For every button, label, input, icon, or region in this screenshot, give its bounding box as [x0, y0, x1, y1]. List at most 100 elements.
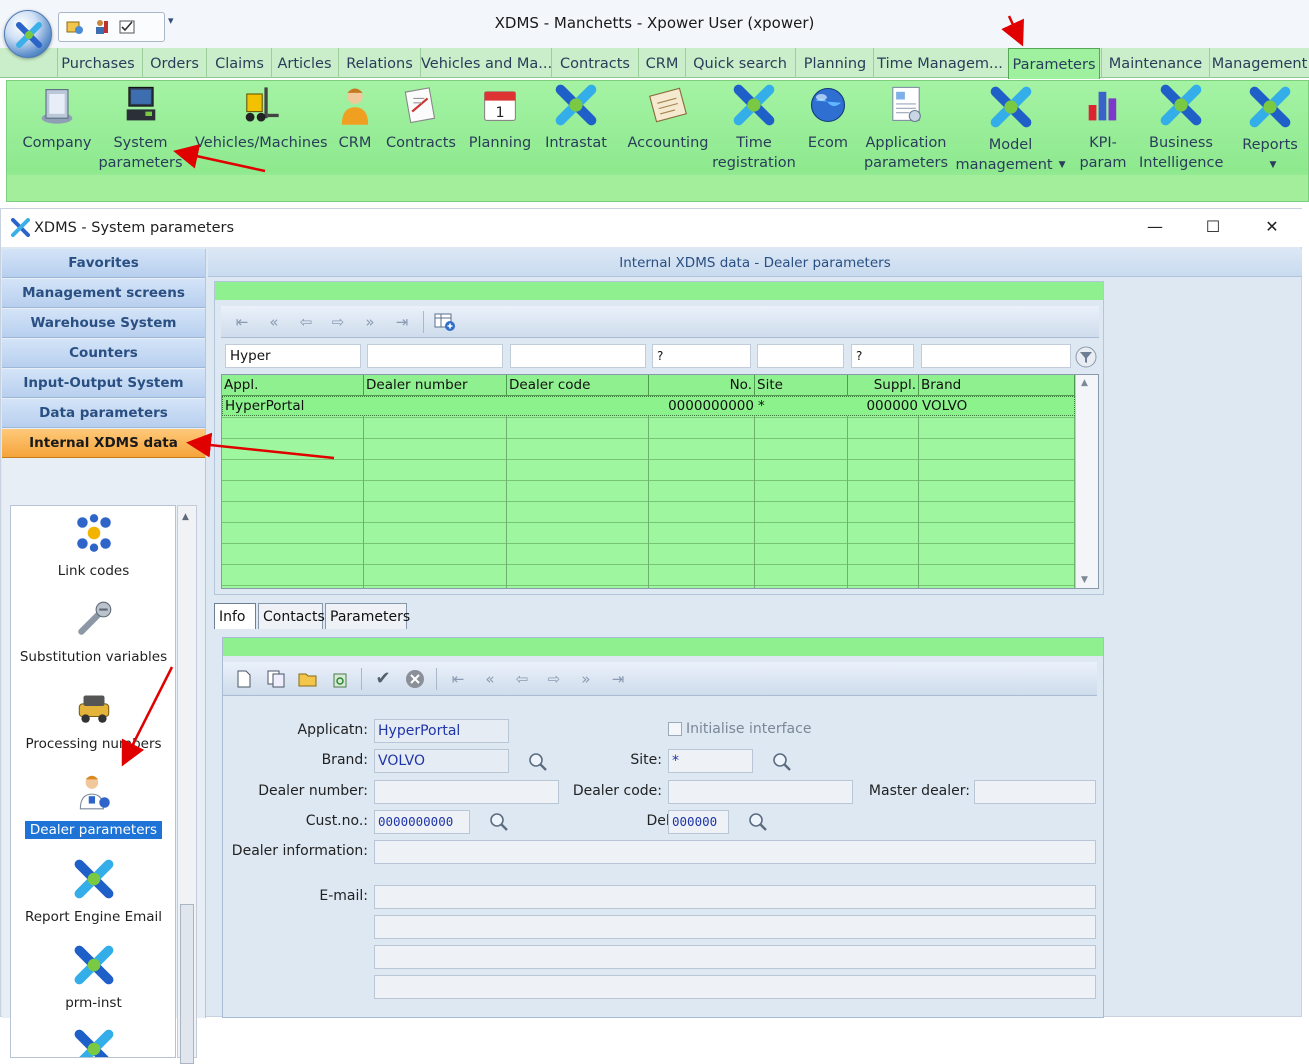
ribbon-tab-maintenance[interactable]: Maintenance [1101, 48, 1209, 78]
ribbon-button-application-parameters[interactable]: Application parameters [860, 81, 952, 173]
column-header-dealer-code[interactable]: Dealer code [507, 375, 649, 396]
nav-section-warehouse-system[interactable]: Warehouse System [2, 309, 205, 338]
recycle-icon[interactable] [329, 668, 351, 690]
next-record-icon[interactable]: ⇨ [327, 311, 349, 333]
nav-item-substitution-variables[interactable]: Substitution variables [11, 596, 175, 666]
minimize-button[interactable]: — [1143, 217, 1167, 239]
ribbon-button-model-management[interactable]: Model management ▼ [953, 83, 1068, 175]
email-field-line-3[interactable] [374, 945, 1096, 969]
nav-item-prm-inst[interactable]: prm-inst [11, 942, 175, 1012]
ribbon-button-ecom[interactable]: Ecom [803, 81, 853, 153]
filter-input-4[interactable]: ? [652, 344, 751, 368]
nav-section-management-screens[interactable]: Management screens [2, 279, 205, 308]
filter-input-5[interactable] [757, 344, 844, 368]
nav-section-counters[interactable]: Counters [2, 339, 205, 368]
maximize-button[interactable]: ☐ [1201, 217, 1225, 239]
nav-section-input-output-system[interactable]: Input-Output System [2, 369, 205, 398]
nav-item-link-codes[interactable]: Link codes [11, 510, 175, 580]
dealer-number-field[interactable] [374, 780, 559, 804]
last-record-icon[interactable]: ⇥ [607, 668, 629, 690]
ribbon-tab-management[interactable]: Management [1209, 48, 1309, 78]
initialise-interface-checkbox[interactable] [668, 722, 682, 736]
master-dealer-field[interactable] [974, 780, 1096, 804]
dealer-code-field[interactable] [668, 780, 853, 804]
next-page-icon[interactable]: » [359, 311, 381, 333]
cancel-icon[interactable] [404, 668, 426, 690]
ribbon-button-planning[interactable]: 1 Planning [465, 81, 535, 153]
column-header-brand[interactable]: Brand [919, 375, 1075, 396]
ribbon-tab-crm[interactable]: CRM [638, 48, 685, 78]
ribbon-button-system-parameters[interactable]: System parameters [94, 81, 187, 173]
ribbon-button-intrastat[interactable]: Intrastat [543, 81, 609, 153]
column-header-site[interactable]: Site [755, 375, 848, 396]
tab-contacts[interactable]: Contacts [258, 603, 325, 629]
column-header-suppl[interactable]: Suppl. [848, 375, 919, 396]
new-record-icon[interactable] [233, 668, 255, 690]
ribbon-button-time-registration[interactable]: Time registration [712, 81, 796, 173]
brand-lookup-icon[interactable] [528, 752, 548, 772]
grid-scrollbar[interactable]: ▲ ▼ [1075, 375, 1098, 588]
scroll-thumb[interactable] [180, 904, 194, 1064]
column-header-dealer-number[interactable]: Dealer number [364, 375, 507, 396]
filter-input-7[interactable] [921, 344, 1071, 368]
previous-record-icon[interactable]: ⇦ [295, 311, 317, 333]
filter-input-1[interactable]: Hyper [225, 344, 361, 368]
app-menu-button[interactable] [4, 10, 52, 58]
ribbon-tab-quick-search[interactable]: Quick search [685, 48, 794, 78]
tab-info[interactable]: Info [214, 603, 256, 629]
open-folder-icon[interactable] [297, 668, 319, 690]
nav-scrollbar[interactable]: ▲ [177, 505, 197, 1064]
table-row[interactable]: HyperPortal 0000000000 * 000000 VOLVO [222, 396, 1075, 416]
ribbon-button-accounting[interactable]: Accounting [617, 81, 719, 153]
ribbon-tab-time-managem[interactable]: Time Managem... [873, 48, 1006, 78]
ribbon-button-contracts[interactable]: Contracts [385, 81, 457, 153]
previous-record-icon[interactable]: ⇦ [511, 668, 533, 690]
deliv-lookup-icon[interactable] [748, 812, 768, 832]
scroll-up-icon[interactable]: ▲ [1081, 378, 1088, 388]
applicatn-field[interactable]: HyperPortal [374, 719, 509, 743]
dealer-information-field[interactable] [374, 840, 1096, 864]
email-field-line-4[interactable] [374, 975, 1096, 999]
column-header-appl[interactable]: Appl. [222, 375, 364, 396]
close-button[interactable]: ✕ [1260, 217, 1284, 239]
scroll-up-icon[interactable]: ▲ [182, 512, 189, 522]
ribbon-tab-planning[interactable]: Planning [795, 48, 874, 78]
first-record-icon[interactable]: ⇤ [447, 668, 469, 690]
copy-record-icon[interactable] [265, 668, 287, 690]
site-field[interactable]: * [668, 749, 753, 773]
cust-no-lookup-icon[interactable] [489, 812, 509, 832]
nav-section-data-parameters[interactable]: Data parameters [2, 399, 205, 428]
grid-settings-icon[interactable] [434, 311, 456, 333]
nav-item-partial[interactable] [11, 1026, 175, 1057]
scroll-down-icon[interactable]: ▼ [1081, 575, 1088, 585]
brand-field[interactable]: VOLVO [374, 749, 509, 773]
ribbon-tab-articles[interactable]: Articles [271, 48, 337, 78]
nav-item-dealer-parameters[interactable]: Dealer parameters [11, 769, 175, 839]
ribbon-tab-vehicles-and-ma[interactable]: Vehicles and Ma... [420, 48, 552, 78]
ribbon-tab-relations[interactable]: Relations [338, 48, 420, 78]
ribbon-tab-parameters[interactable]: Parameters [1008, 48, 1100, 79]
cust-no-field[interactable]: 0000000000 [374, 810, 470, 834]
nav-item-report-engine-email[interactable]: Report Engine Email [11, 856, 175, 926]
ribbon-tab-orders[interactable]: Orders [142, 48, 206, 78]
column-header-no[interactable]: No. [649, 375, 755, 396]
ribbon-tab-claims[interactable]: Claims [206, 48, 272, 78]
deliv-field[interactable]: 000000 [668, 810, 729, 834]
ribbon-tab-contracts[interactable]: Contracts [551, 48, 638, 78]
email-field-line-1[interactable] [374, 885, 1096, 909]
ribbon-button-kpi-param[interactable]: KPI-param [1077, 81, 1129, 173]
nav-section-internal-xdms-data[interactable]: Internal XDMS data [2, 429, 205, 458]
ribbon-tab-purchases[interactable]: Purchases [57, 48, 138, 78]
save-check-icon[interactable]: ✔ [372, 668, 394, 690]
ribbon-button-business-intelligence[interactable]: Business Intelligence [1139, 81, 1223, 173]
next-record-icon[interactable]: ⇨ [543, 668, 565, 690]
last-record-icon[interactable]: ⇥ [391, 311, 413, 333]
ribbon-button-crm[interactable]: CRM [333, 81, 377, 153]
filter-input-6[interactable]: ? [851, 344, 914, 368]
email-field-line-2[interactable] [374, 915, 1096, 939]
tab-parameters[interactable]: Parameters [325, 603, 410, 629]
filter-input-3[interactable] [510, 344, 646, 368]
filter-input-2[interactable] [367, 344, 503, 368]
previous-page-icon[interactable]: « [479, 668, 501, 690]
first-record-icon[interactable]: ⇤ [231, 311, 253, 333]
